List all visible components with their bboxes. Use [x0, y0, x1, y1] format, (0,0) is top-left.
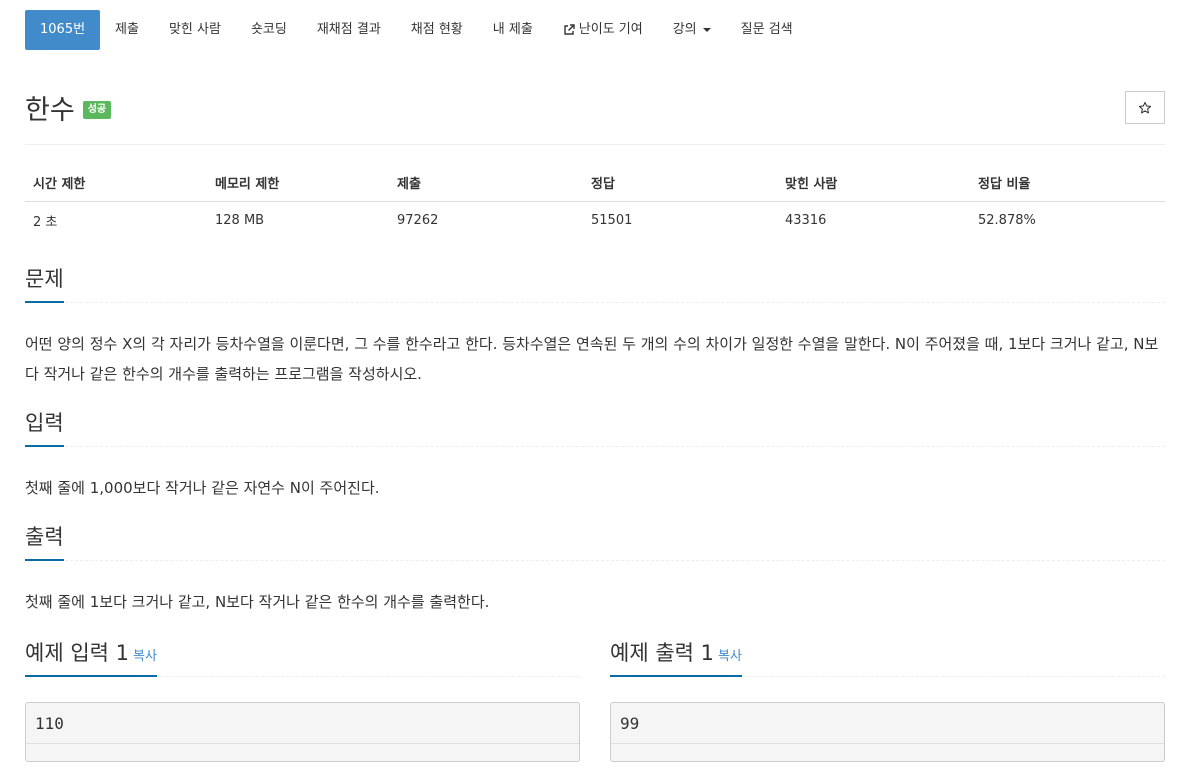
tab-label: 재채점 결과: [316, 22, 381, 37]
tab-short-coding[interactable]: 숏코딩: [236, 10, 302, 50]
tab-difficulty-contribution[interactable]: 난이도 기여: [548, 10, 658, 50]
tab-label: 강의: [672, 22, 697, 37]
section-input-header: 입력: [25, 411, 1165, 447]
value-solvers: 43316: [785, 213, 827, 228]
sample-input-value: 110: [35, 714, 64, 733]
section-sample-output-header: 예제 출력 1 복사: [610, 641, 1165, 677]
section-heading: 출력: [25, 521, 64, 561]
tab-lectures[interactable]: 강의: [658, 10, 726, 50]
sample-output-value: 99: [620, 714, 640, 733]
section-heading: 입력: [25, 407, 64, 447]
header-accept-ratio: 정답 비율: [970, 167, 1165, 202]
problem-page: 1065번 제출 맞힌 사람 숏코딩 재채점 결과 채점 현황 내 제출 난이도…: [0, 0, 1192, 777]
external-link-icon: [564, 24, 575, 35]
tab-rejudge-results[interactable]: 재채점 결과: [302, 10, 396, 50]
page-title: 한수 성공: [25, 88, 112, 127]
output-description: 첫째 줄에 1보다 크거나 같고, N보다 작거나 같은 한수의 개수를 출력한…: [25, 593, 490, 611]
value-submissions: 97262: [397, 213, 439, 228]
sample-input-title: 예제 입력 1: [25, 641, 129, 665]
tab-label: 채점 현황: [410, 22, 463, 37]
status-badge: 성공: [82, 100, 112, 119]
tab-status[interactable]: 채점 현황: [396, 10, 478, 50]
value-accept-ratio: 52.878%: [978, 213, 1036, 228]
header-time-limit: 시간 제한: [25, 167, 207, 202]
problem-menu: 1065번 제출 맞힌 사람 숏코딩 재채점 결과 채점 현황 내 제출 난이도…: [25, 10, 808, 50]
sample-divider: [26, 743, 579, 744]
star-outline-icon: [1138, 101, 1152, 113]
tab-label: 질문 검색: [740, 22, 793, 37]
tab-problem[interactable]: 1065번: [25, 10, 101, 50]
value-time-limit: 2 초: [33, 215, 58, 230]
tab-label: 난이도 기여: [578, 22, 643, 37]
tab-label: 제출: [115, 22, 139, 37]
tab-label: 1065번: [40, 22, 86, 37]
sample-output-box[interactable]: 99: [610, 702, 1165, 762]
section-heading: 예제 입력 1 복사: [25, 637, 157, 677]
tab-submit[interactable]: 제출: [100, 10, 154, 50]
sample-input-box[interactable]: 110: [25, 702, 580, 762]
tab-label: 내 제출: [492, 22, 533, 37]
section-sample-input-header: 예제 입력 1 복사: [25, 641, 580, 677]
table-row: 2 초 128 MB 97262 51501 43316 52.878%: [25, 202, 1165, 240]
copy-sample-input-button[interactable]: 복사: [133, 649, 157, 664]
tab-solvers[interactable]: 맞힌 사람: [154, 10, 236, 50]
sample-divider: [611, 743, 1164, 744]
tab-label: 맞힌 사람: [168, 22, 221, 37]
value-memory-limit: 128 MB: [215, 213, 265, 228]
header-memory-limit: 메모리 제한: [207, 167, 389, 202]
tab-my-submissions[interactable]: 내 제출: [478, 10, 548, 50]
section-description-header: 문제: [25, 267, 1165, 303]
section-heading: 예제 출력 1 복사: [610, 637, 742, 677]
favorite-button[interactable]: [1125, 91, 1165, 124]
section-output-header: 출력: [25, 525, 1165, 561]
header-solvers: 맞힌 사람: [777, 167, 970, 202]
title-divider: [25, 144, 1165, 145]
table-header-row: 시간 제한 메모리 제한 제출 정답 맞힌 사람 정답 비율: [25, 167, 1165, 202]
value-accepted: 51501: [591, 213, 633, 228]
input-description: 첫째 줄에 1,000보다 작거나 같은 자연수 N이 주어진다.: [25, 479, 380, 497]
section-heading: 문제: [25, 263, 64, 303]
caret-down-icon: [702, 28, 711, 32]
header-submissions: 제출: [389, 167, 583, 202]
problem-description: 어떤 양의 정수 X의 각 자리가 등차수열을 이룬다면, 그 수를 한수라고 …: [25, 335, 1159, 383]
copy-sample-output-button[interactable]: 복사: [718, 649, 742, 664]
sample-output-title: 예제 출력 1: [610, 641, 714, 665]
header-accepted: 정답: [583, 167, 777, 202]
tab-label: 숏코딩: [250, 22, 287, 37]
problem-info-table: 시간 제한 메모리 제한 제출 정답 맞힌 사람 정답 비율 2 초 128 M…: [25, 167, 1165, 239]
problem-title: 한수: [25, 95, 75, 126]
tab-question-search[interactable]: 질문 검색: [726, 10, 808, 50]
